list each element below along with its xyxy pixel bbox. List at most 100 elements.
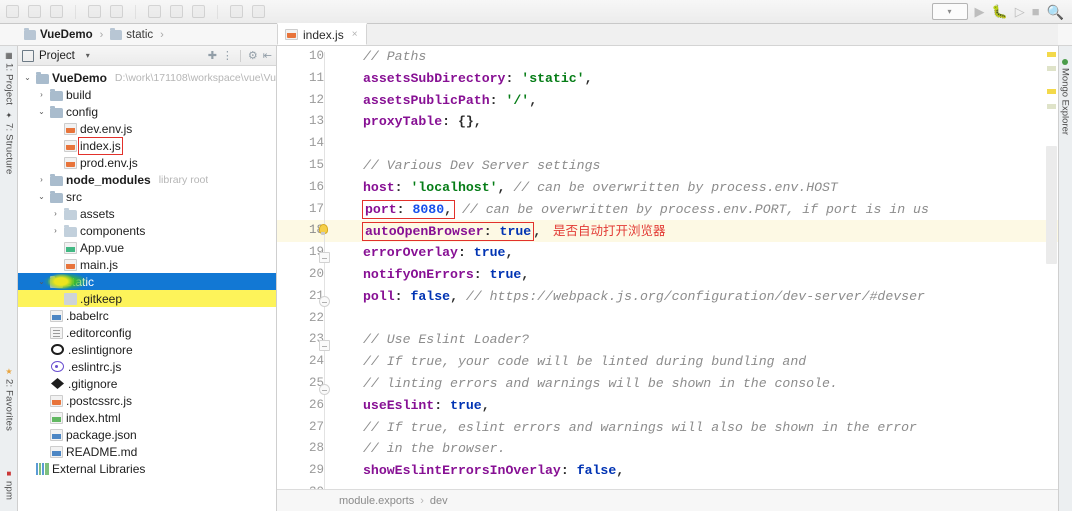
tree-item--postcssrc-js[interactable]: .postcssrc.js — [18, 392, 276, 409]
code-line-27[interactable]: // If true, eslint errors and warnings w… — [334, 417, 1058, 439]
tree-item--babelrc[interactable]: .babelrc — [18, 307, 276, 324]
tree-item--editorconfig[interactable]: .editorconfig — [18, 324, 276, 341]
breadcrumb-item-project[interactable]: VueDemo — [24, 27, 93, 41]
tree-item-app-vue[interactable]: App.vue — [18, 239, 276, 256]
code-line-10[interactable]: // Paths — [334, 46, 1058, 68]
marker-warning[interactable] — [1047, 52, 1056, 57]
undo-icon[interactable] — [88, 5, 101, 18]
tree-item-dev-env-js[interactable]: dev.env.js — [18, 120, 276, 137]
code-comment: // can be overwritten by process.env.HOS… — [505, 179, 838, 195]
chevron-right-icon[interactable]: › — [36, 175, 47, 184]
tree-item--gitkeep[interactable]: .gitkeep — [18, 290, 276, 307]
marker-warning[interactable] — [1047, 89, 1056, 94]
code-line-17[interactable]: port: 8080, // can be overwritten by pro… — [334, 199, 1058, 221]
collapse-all-icon[interactable]: ⋮ — [222, 49, 233, 62]
tree-item-config[interactable]: ⌄ config — [18, 103, 276, 120]
code-line-22[interactable] — [334, 308, 1058, 330]
intention-bulb-icon[interactable] — [316, 224, 329, 237]
code-line-23[interactable]: // Use Eslint Loader? — [334, 329, 1058, 351]
stop-icon[interactable]: ■ — [1032, 5, 1040, 18]
chevron-right-icon[interactable]: › — [50, 226, 61, 235]
code-line-28[interactable]: // in the browser. — [334, 438, 1058, 460]
marker-info[interactable] — [1047, 104, 1056, 109]
chevron-down-icon[interactable]: ⌄ — [36, 107, 47, 116]
tree-item-src[interactable]: ⌄ src — [18, 188, 276, 205]
code-line-26[interactable]: useEslint: true, — [334, 395, 1058, 417]
save-icon[interactable] — [28, 5, 41, 18]
chevron-right-icon[interactable]: › — [36, 90, 47, 99]
locate-icon[interactable]: ✚ — [208, 49, 217, 62]
chevron-down-icon[interactable]: ⌄ — [36, 192, 47, 201]
sidebar-item-project[interactable]: ▦ 1: Project — [0, 48, 18, 108]
code-line-15[interactable]: // Various Dev Server settings — [334, 155, 1058, 177]
tree-item-readme-md[interactable]: README.md — [18, 443, 276, 460]
cut-icon[interactable] — [148, 5, 161, 18]
tree-item-build[interactable]: › build — [18, 86, 276, 103]
editor-marker-bar[interactable] — [1046, 46, 1057, 489]
back-icon[interactable] — [230, 5, 243, 18]
gear-icon[interactable]: ⚙ — [248, 49, 258, 62]
tree-item-main-js[interactable]: main.js — [18, 256, 276, 273]
code-line-21[interactable]: poll: false, // https://webpack.js.org/c… — [334, 286, 1058, 308]
tree-item--gitignore[interactable]: .gitignore — [18, 375, 276, 392]
code-line-16[interactable]: host: 'localhost', // can be overwritten… — [334, 177, 1058, 199]
js-icon — [64, 122, 77, 135]
forward-icon[interactable] — [252, 5, 265, 18]
chevron-down-icon[interactable]: ⌄ — [22, 73, 33, 82]
tree-item-node-modules[interactable]: › node_modules library root — [18, 171, 276, 188]
close-icon[interactable]: × — [352, 29, 358, 40]
run-icon[interactable]: ▶ — [975, 5, 985, 18]
hide-icon[interactable]: ⇤ — [263, 49, 272, 62]
tree-item-index-js[interactable]: index.js — [18, 136, 276, 155]
tree-item-external-libraries[interactable]: External Libraries — [18, 460, 276, 477]
code-line-29[interactable]: showEslintErrorsInOverlay: false, — [334, 460, 1058, 482]
fold-marker[interactable] — [319, 384, 330, 395]
marker-info[interactable] — [1047, 66, 1056, 71]
search-everywhere-icon[interactable]: 🔍 — [1047, 5, 1064, 19]
tree-item-assets[interactable]: › assets — [18, 205, 276, 222]
tab-index-js[interactable]: index.js × — [277, 23, 367, 45]
tree-item-prod-env-js[interactable]: prod.env.js — [18, 154, 276, 171]
tree-item-index-html[interactable]: index.html — [18, 409, 276, 426]
toolbar-divider — [135, 4, 136, 19]
sync-icon[interactable] — [50, 5, 63, 18]
status-breadcrumb-part[interactable]: dev — [430, 495, 448, 507]
tree-item--eslintignore[interactable]: .eslintignore — [18, 341, 276, 358]
code-line-19[interactable]: errorOverlay: true, — [334, 242, 1058, 264]
code-line-14[interactable] — [334, 133, 1058, 155]
sidebar-item-structure[interactable]: ✦ 7: Structure — [0, 108, 18, 178]
tree-item-components[interactable]: › components — [18, 222, 276, 239]
code-line-24[interactable]: // If true, your code will be linted dur… — [334, 351, 1058, 373]
run-configuration-selector[interactable]: ▾ — [931, 3, 968, 20]
folder-w-icon — [64, 207, 77, 220]
code-content[interactable]: // Paths assetsSubDirectory: 'static', ass… — [334, 46, 1058, 489]
breadcrumb-item-static[interactable]: static — [110, 27, 153, 41]
open-icon[interactable] — [6, 5, 19, 18]
code-line-11[interactable]: assetsSubDirectory: 'static', — [334, 68, 1058, 90]
code-line-12[interactable]: assetsPublicPath: '/', — [334, 90, 1058, 112]
sidebar-item-favorites[interactable]: ★ 2: Favorites — [0, 364, 18, 434]
code-line-20[interactable]: notifyOnErrors: true, — [334, 264, 1058, 286]
fold-marker[interactable] — [319, 296, 330, 307]
chevron-down-icon[interactable]: ▾ — [86, 51, 90, 60]
debug-icon[interactable]: 🐛 — [992, 5, 1008, 18]
sidebar-item-mongo-explorer[interactable]: Mongo Explorer — [1058, 56, 1072, 138]
fold-marker[interactable] — [319, 252, 330, 263]
redo-icon[interactable] — [110, 5, 123, 18]
status-breadcrumb-part[interactable]: module.exports — [339, 495, 414, 507]
tree-item-package-json[interactable]: package.json — [18, 426, 276, 443]
tree-item-vuedemo[interactable]: ⌄ VueDemo D:\work\171108\workspace\vue\Vue… — [18, 69, 276, 86]
code-line-13[interactable]: proxyTable: {}, — [334, 111, 1058, 133]
code-line-25[interactable]: // linting errors and warnings will be s… — [334, 373, 1058, 395]
copy-icon[interactable] — [170, 5, 183, 18]
code-line-30[interactable] — [334, 482, 1058, 489]
sidebar-item-npm[interactable]: ■ npm — [0, 466, 18, 503]
paste-icon[interactable] — [192, 5, 205, 18]
chevron-right-icon[interactable]: › — [50, 209, 61, 218]
coverage-icon[interactable]: ▷ — [1015, 5, 1025, 18]
tree-item--eslintrc-js[interactable]: .eslintrc.js — [18, 358, 276, 375]
editor-scrollbar-thumb[interactable] — [1046, 146, 1057, 264]
fold-marker[interactable] — [319, 340, 330, 351]
code-line-18[interactable]: autoOpenBrowser: true, 是否自动打开浏览器 — [334, 220, 1058, 243]
tree-item-static[interactable]: ⌄static — [18, 273, 276, 290]
